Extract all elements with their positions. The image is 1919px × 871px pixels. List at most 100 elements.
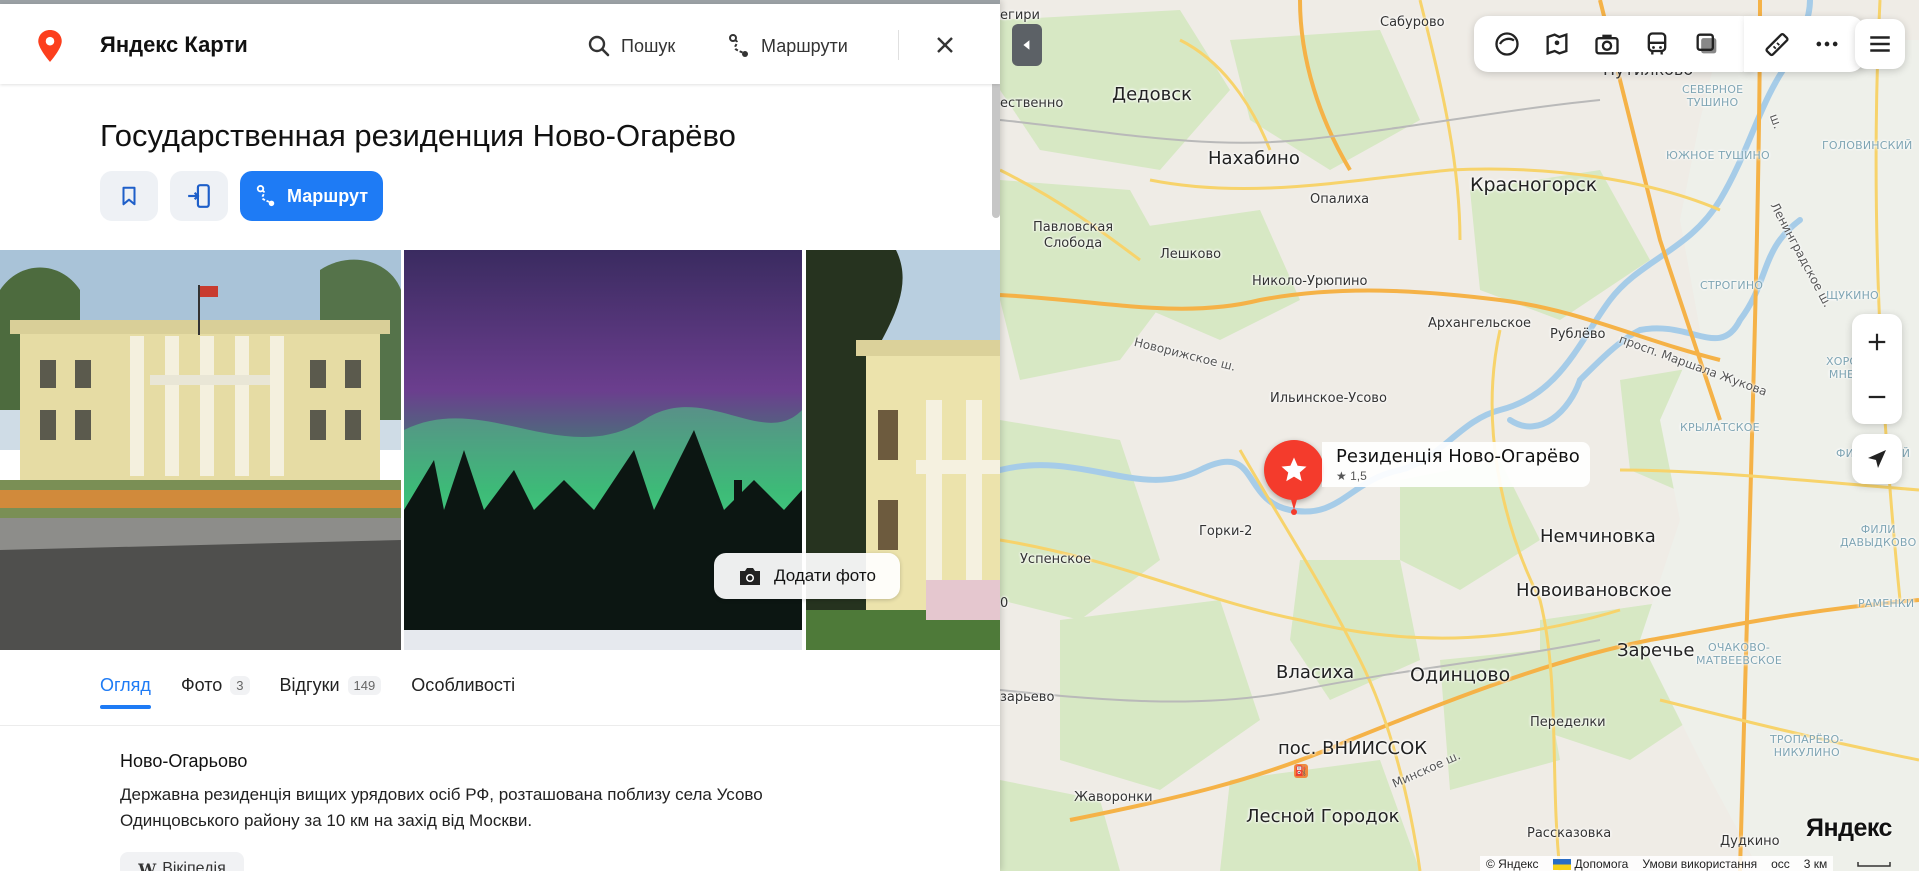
route-icon — [729, 34, 748, 57]
district-label: РАМЕНКИ — [1858, 597, 1915, 610]
routes-label: Маршрути — [761, 35, 848, 56]
more-dots-icon — [1816, 41, 1838, 47]
place-marker-label[interactable]: Резиденція Ново-Огарёво ★ 1,5 — [1322, 442, 1590, 487]
add-photo-button[interactable]: Додати фото — [714, 553, 900, 599]
tab-reviews[interactable]: Відгуки 149 — [280, 665, 382, 705]
camera-icon — [740, 568, 761, 585]
place-marker-point — [1291, 509, 1297, 515]
layers-button[interactable] — [1482, 22, 1532, 66]
ruler-button[interactable] — [1752, 22, 1802, 66]
map-label: егири — [1000, 8, 1040, 23]
tabs-divider — [0, 725, 1000, 726]
district-label: ФИЛИ ДАВЫДКОВО — [1840, 523, 1917, 549]
transit-button[interactable] — [1632, 22, 1682, 66]
search-label: Пошук — [621, 35, 676, 56]
brand-title[interactable]: Яндекс Карти — [100, 32, 248, 58]
map-label: Новоивановское — [1516, 580, 1672, 601]
navigation-arrow-icon — [1868, 450, 1886, 468]
map-label-cut: осс — [1771, 856, 1790, 871]
photo-layer-button[interactable] — [1582, 22, 1632, 66]
tab-overview[interactable]: Огляд — [100, 665, 151, 709]
about-title: Ново-Огарьово — [120, 751, 248, 771]
yandex-maps-logo-icon[interactable] — [37, 30, 63, 67]
help-link[interactable]: Допомога — [1552, 856, 1629, 871]
fuel-station-icon[interactable]: ⛽ — [1294, 764, 1308, 778]
map-label: Николо-Урюпино — [1252, 274, 1368, 289]
close-icon — [937, 37, 953, 53]
tab-label: Фото — [180, 674, 223, 695]
tab-photos[interactable]: Фото 3 — [181, 665, 250, 705]
place-sidebar: Яндекс Карти Пошук Маршрути Государствен… — [0, 0, 1000, 871]
zoom-in-button[interactable] — [1852, 314, 1902, 369]
map-label: Опалиха — [1310, 192, 1370, 207]
copyright-text: © Яндекс — [1486, 856, 1539, 871]
map-label: Власиха — [1276, 662, 1355, 683]
routes-button[interactable]: Маршрути — [727, 26, 848, 66]
district-label: ГОЛОВИНСКИЙ — [1822, 139, 1913, 152]
wikipedia-icon: W — [138, 859, 157, 871]
map-type-button[interactable] — [1682, 22, 1732, 66]
tab-count-badge: 3 — [230, 675, 250, 695]
place-title: Государственная резиденция Ново-Огарёво — [100, 118, 736, 153]
square-layers-icon — [1696, 33, 1717, 54]
close-button[interactable] — [930, 30, 960, 60]
map-label: Рублёво — [1550, 327, 1606, 342]
map-label: Дудкино — [1720, 834, 1780, 849]
route-button[interactable]: Маршрут — [240, 171, 383, 221]
send-to-phone-button[interactable] — [170, 171, 228, 221]
district-label: СТРОГИНО — [1700, 279, 1764, 292]
camera-icon — [1595, 34, 1619, 55]
header: Яндекс Карти Пошук Маршрути — [0, 4, 1000, 84]
map-label: Переделки — [1530, 715, 1606, 730]
gallery-photo[interactable] — [0, 250, 401, 650]
map-label: Ильинское-Усово — [1270, 391, 1387, 406]
more-button[interactable] — [1802, 22, 1852, 66]
bookmark-button[interactable] — [100, 171, 158, 221]
locate-me-button[interactable] — [1852, 434, 1902, 484]
map-label: Дедовск — [1112, 84, 1192, 105]
tab-count-badge: 149 — [347, 675, 382, 695]
map-layers-toolbar — [1474, 16, 1756, 72]
zoom-out-button[interactable] — [1852, 369, 1902, 424]
map-label: Павловская Слобода — [1033, 220, 1114, 251]
search-button[interactable]: Пошук — [587, 26, 675, 66]
tab-label: Огляд — [100, 674, 151, 695]
add-photo-label: Додати фото — [774, 566, 876, 585]
map-label: Архангельское — [1428, 316, 1532, 331]
header-divider — [898, 30, 899, 60]
route-icon — [256, 185, 275, 207]
panorama-button[interactable] — [1532, 22, 1582, 66]
marker-title: Резиденція Ново-Огарёво — [1336, 446, 1580, 467]
district-label: ЮЖНОЕ ТУШИНО — [1666, 149, 1770, 162]
bookmark-icon — [122, 186, 136, 206]
panel-scrollbar[interactable] — [992, 68, 1000, 218]
route-button-label: Маршрут — [286, 185, 369, 206]
place-marker[interactable] — [1264, 440, 1324, 500]
tab-label: Особливості — [411, 674, 516, 695]
residence-photo — [0, 250, 401, 650]
map-label: Сабурово — [1380, 15, 1445, 30]
district-label: ТРОПАРЁВО- НИКУЛИНО — [1770, 733, 1844, 759]
panorama-icon — [1546, 33, 1568, 55]
layers-icon — [1495, 32, 1519, 56]
map-tools-toolbar — [1744, 16, 1864, 72]
tab-features[interactable]: Особливості — [411, 665, 515, 705]
help-link-label: Допомога — [1574, 856, 1629, 871]
hamburger-icon — [1870, 36, 1890, 52]
map-label: Одинцово — [1410, 664, 1511, 686]
search-icon — [588, 35, 610, 57]
district-label: СЕВЕРНОЕ ТУШИНО — [1682, 83, 1744, 109]
map-label: Лесной Городок — [1246, 806, 1400, 827]
collapse-panel-button[interactable] — [1012, 24, 1042, 66]
triangle-left-icon — [1023, 40, 1030, 50]
plus-icon — [1868, 333, 1886, 350]
district-label: ОЧАКОВО- МАТВЕЕВСКОЕ — [1696, 641, 1783, 667]
terms-link[interactable]: Умови використання — [1642, 857, 1757, 871]
tab-label: Відгуки — [279, 674, 340, 695]
map-label: Рассказовка — [1527, 826, 1612, 841]
menu-button[interactable] — [1855, 19, 1905, 69]
map-footer: © Яндекс Допомога Умови використання осс… — [1480, 856, 1834, 871]
map-label: ественно — [1000, 96, 1064, 111]
wikipedia-link-button[interactable]: W Вікіпедія — [120, 852, 244, 871]
zoom-controls — [1852, 314, 1902, 424]
